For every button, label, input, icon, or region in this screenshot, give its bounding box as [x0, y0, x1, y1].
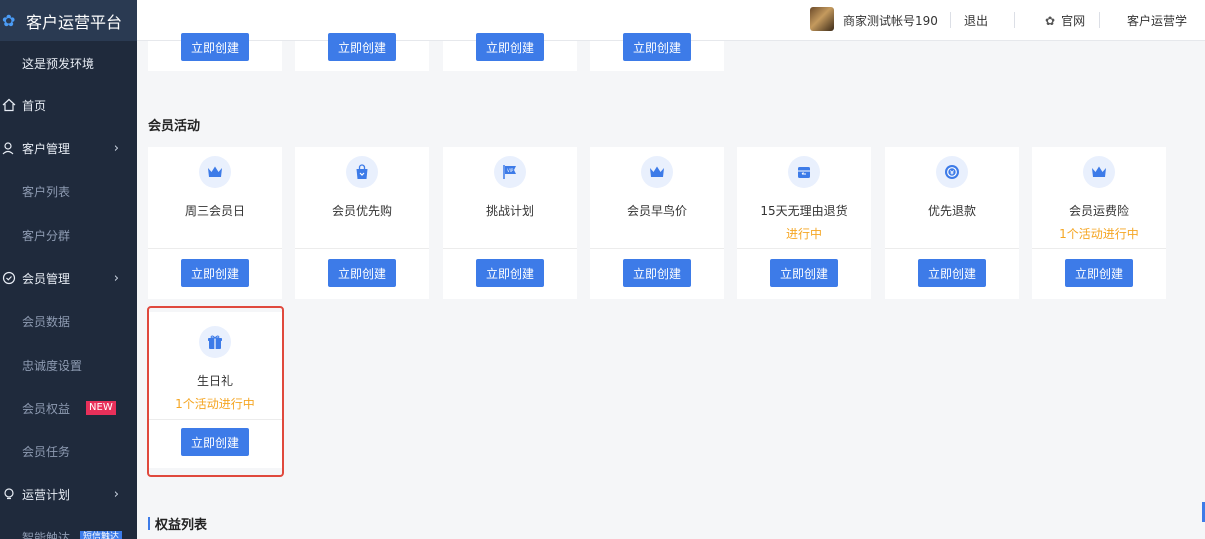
- env-label: 这是预发环境: [0, 53, 137, 73]
- crown-icon: [1083, 156, 1115, 188]
- chevron-right-icon: ›: [113, 270, 119, 286]
- chevron-right-icon: ›: [113, 140, 119, 156]
- member-icon: [2, 271, 16, 285]
- website-icon: ✿: [1045, 13, 1056, 28]
- return-box-icon: [788, 156, 820, 188]
- top-card: 立即创建: [148, 33, 282, 71]
- env-text: 这是预发环境: [22, 56, 95, 71]
- crown-icon: [641, 156, 673, 188]
- sidebar-item-label: 会员权益: [22, 401, 71, 416]
- create-button[interactable]: 立即创建: [328, 33, 396, 61]
- vip-flag-icon: VIP: [494, 156, 526, 188]
- activity-card: 会员运费险 1个活动进行中 立即创建: [1032, 147, 1166, 299]
- sidebar-item-label: 会员数据: [22, 314, 71, 329]
- top-card: 立即创建: [590, 33, 724, 71]
- section-title-text: 权益列表: [155, 518, 208, 533]
- home-icon: [2, 98, 16, 112]
- activity-card: 会员早鸟价 立即创建: [590, 147, 724, 299]
- card-divider: [148, 248, 282, 249]
- top-card: 立即创建: [295, 33, 429, 71]
- sidebar-item-member-data[interactable]: 会员数据: [0, 311, 137, 331]
- section-title-member-activity: 会员活动: [148, 119, 201, 134]
- card-divider: [1032, 248, 1166, 249]
- app-title: 客户运营平台: [26, 12, 123, 32]
- card-name: 挑战计划: [485, 204, 534, 218]
- create-button[interactable]: 立即创建: [476, 33, 544, 61]
- card-divider: [590, 248, 724, 249]
- card-status: 1个活动进行中: [1059, 227, 1139, 241]
- sidebar-item-label: 智能触达: [22, 530, 71, 539]
- sidebar-item-customer-mgmt[interactable]: 客户管理 ›: [0, 138, 137, 158]
- sidebar-item-home[interactable]: 首页: [0, 95, 137, 115]
- refund-icon: [936, 156, 968, 188]
- chevron-right-icon: ›: [113, 486, 119, 502]
- website-label: 官网: [1061, 14, 1086, 28]
- header-divider: [1014, 12, 1015, 28]
- card-divider: [737, 248, 871, 249]
- card-name: 优先退款: [927, 204, 976, 218]
- activity-card: VIP 挑战计划 立即创建: [443, 147, 577, 299]
- card-status: 进行中: [785, 227, 822, 241]
- create-button[interactable]: 立即创建: [181, 33, 249, 61]
- card-name: 会员早鸟价: [626, 204, 687, 218]
- website-link[interactable]: ✿ 官网: [1045, 12, 1085, 29]
- title-accent-bar: [148, 517, 150, 530]
- create-button[interactable]: 立即创建: [181, 259, 249, 287]
- section-title-rights-list: 权益列表: [148, 514, 207, 533]
- card-name: 会员运费险: [1068, 204, 1129, 218]
- create-button[interactable]: 立即创建: [623, 33, 691, 61]
- sidebar-item-label: 运营计划: [22, 487, 71, 502]
- create-button[interactable]: 立即创建: [770, 259, 838, 287]
- sidebar-item-label: 首页: [22, 98, 47, 113]
- card-divider: [295, 248, 429, 249]
- sidebar-item-customer-segment[interactable]: 客户分群: [0, 225, 137, 245]
- sidebar-item-label: 客户管理: [22, 141, 71, 156]
- academy-link[interactable]: 客户运营学: [1127, 12, 1187, 29]
- sidebar-item-loyalty[interactable]: 忠诚度设置: [0, 355, 137, 375]
- header-divider: [950, 12, 951, 28]
- activity-card: 会员优先购 立即创建: [295, 147, 429, 299]
- activity-card: 优先退款 立即创建: [885, 147, 1019, 299]
- sidebar-item-smart-reach[interactable]: 智能触达 短信触达: [0, 527, 137, 539]
- card-name: 会员优先购: [331, 204, 392, 218]
- sidebar-item-member-rights[interactable]: 会员权益 NEW: [0, 398, 137, 418]
- card-divider: [885, 248, 1019, 249]
- sidebar-item-label: 客户列表: [22, 184, 71, 199]
- sidebar: ✿ 客户运营平台 这是预发环境 首页 客户管理 › 客户列表 客户分群 会员管理…: [0, 0, 137, 539]
- sidebar-item-ops-plan[interactable]: 运营计划 ›: [0, 484, 137, 504]
- activity-card: 15天无理由退货 进行中 立即创建: [737, 147, 871, 299]
- crown-icon: [199, 156, 231, 188]
- logout-link[interactable]: 退出: [964, 12, 988, 29]
- activity-card: 周三会员日 立即创建: [148, 147, 282, 299]
- account-name[interactable]: 商家测试帐号190: [843, 12, 938, 29]
- app-logo[interactable]: ✿ 客户运营平台: [0, 0, 137, 41]
- shopping-bag-icon: [346, 156, 378, 188]
- header-divider: [1099, 12, 1100, 28]
- sms-badge: 短信触达: [80, 530, 123, 539]
- card-name: 15天无理由退货: [760, 204, 848, 218]
- svg-text:VIP: VIP: [507, 168, 514, 173]
- create-button[interactable]: 立即创建: [918, 259, 986, 287]
- create-button[interactable]: 立即创建: [1065, 259, 1133, 287]
- sidebar-item-label: 会员任务: [22, 444, 71, 459]
- top-card: 立即创建: [443, 33, 577, 71]
- sidebar-item-label: 忠诚度设置: [22, 358, 83, 373]
- create-button[interactable]: 立即创建: [328, 259, 396, 287]
- logo-icon: ✿: [2, 10, 16, 30]
- card-name: 周三会员日: [184, 204, 245, 218]
- sidebar-item-member-tasks[interactable]: 会员任务: [0, 441, 137, 461]
- sidebar-item-label: 会员管理: [22, 271, 71, 286]
- customer-icon: [2, 141, 16, 155]
- bulb-icon: [2, 487, 16, 501]
- create-button[interactable]: 立即创建: [623, 259, 691, 287]
- sidebar-item-customer-list[interactable]: 客户列表: [0, 181, 137, 201]
- create-button[interactable]: 立即创建: [476, 259, 544, 287]
- sidebar-item-label: 客户分群: [22, 228, 71, 243]
- sidebar-item-member-mgmt[interactable]: 会员管理 ›: [0, 268, 137, 288]
- avatar[interactable]: [810, 7, 834, 31]
- new-badge: NEW: [86, 401, 116, 415]
- highlight-frame: [147, 306, 284, 477]
- card-divider: [443, 248, 577, 249]
